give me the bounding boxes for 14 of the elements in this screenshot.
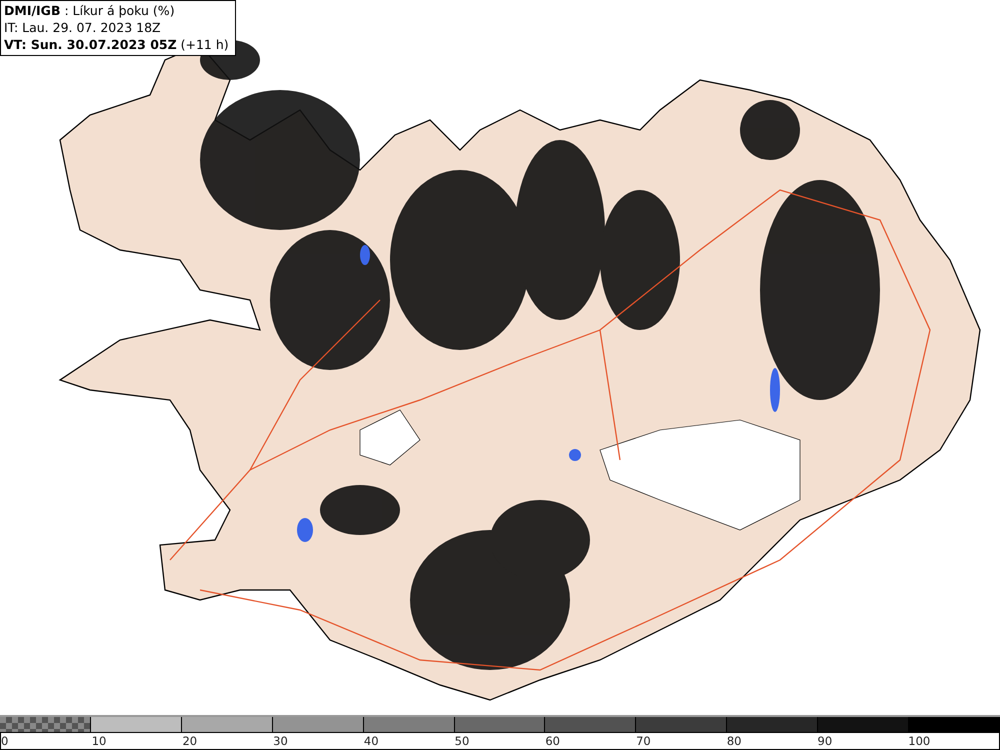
info-line: DMI/IGB : Líkur á þoku (%) [4, 3, 176, 19]
legend-label: 80 [726, 733, 742, 749]
legend-label: 0 [1, 733, 8, 749]
legend-label: 20 [182, 733, 198, 749]
legend-label: 10 [92, 733, 106, 749]
legend-label: 100 [908, 733, 930, 749]
legend-label: 50 [454, 733, 470, 749]
legend-label: 60 [545, 733, 560, 749]
legend-label: 30 [273, 733, 288, 749]
legend-label: 70 [636, 733, 651, 749]
info-line: IT: Lau. 29. 07. 2023 18Z [4, 20, 162, 36]
legend-label: 90 [818, 733, 832, 749]
info-line: VT: Sun. 30.07.2023 05Z (+11 h) [4, 37, 229, 53]
legend-label: 40 [364, 733, 379, 749]
